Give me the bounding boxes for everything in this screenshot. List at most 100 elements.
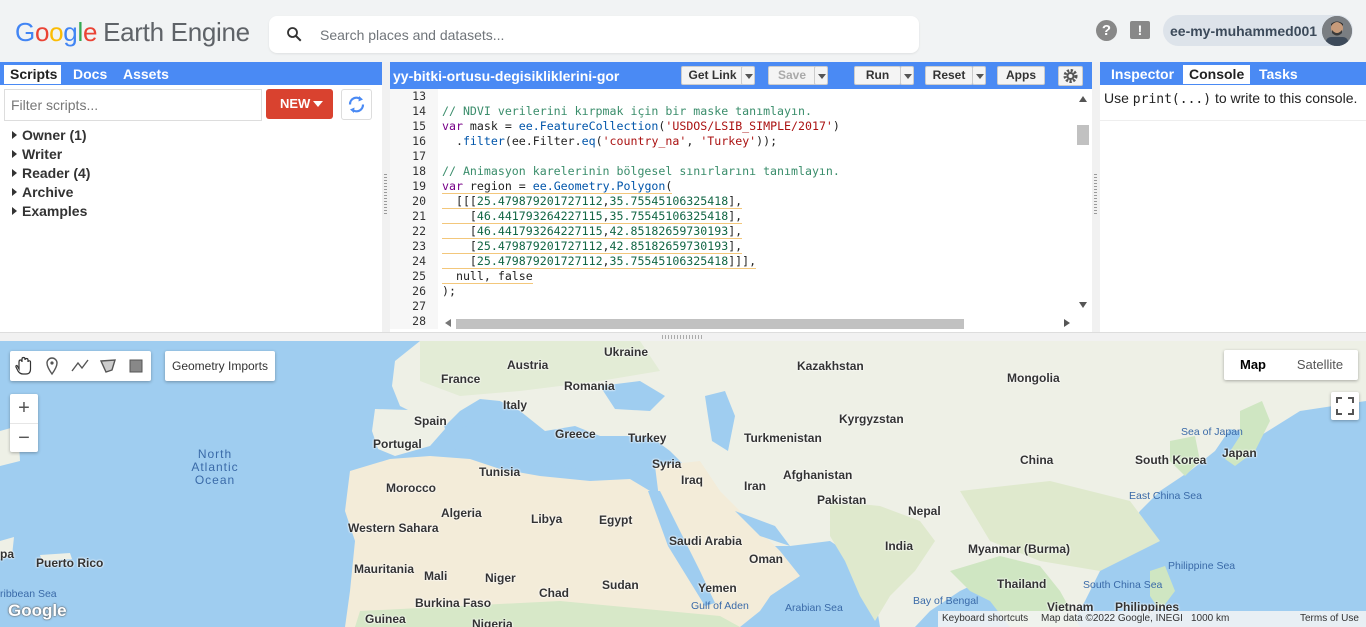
polygon-tool[interactable] bbox=[94, 351, 122, 381]
code-token: ], bbox=[728, 194, 743, 208]
tree-item-owner[interactable]: Owner (1) bbox=[10, 126, 90, 145]
country-label: Morocco bbox=[386, 481, 437, 495]
reset-button[interactable]: Reset bbox=[925, 66, 973, 85]
scroll-right-icon[interactable] bbox=[1064, 319, 1070, 327]
scroll-up-icon[interactable] bbox=[1079, 96, 1087, 102]
marker-tool[interactable] bbox=[38, 351, 66, 381]
right-panel-splitter[interactable] bbox=[1092, 62, 1100, 334]
code-token: 35.75545106325418 bbox=[609, 209, 729, 223]
code-line[interactable]: ); bbox=[442, 284, 456, 299]
tab-console[interactable]: Console bbox=[1183, 65, 1251, 84]
code-editor-panel: yy-bitki-ortusu-degisikliklerini-gor Get… bbox=[390, 62, 1092, 334]
code-token: 'country_na' bbox=[602, 134, 687, 148]
line-number: 20 bbox=[412, 194, 426, 208]
code-token: // NDVI verilerini kırpmak için bir mask… bbox=[442, 104, 812, 118]
refresh-button[interactable] bbox=[341, 89, 372, 120]
save-dropdown[interactable] bbox=[814, 66, 828, 85]
code-token: [ bbox=[442, 224, 477, 238]
tab-assets[interactable]: Assets bbox=[117, 65, 175, 84]
reset-dropdown[interactable] bbox=[972, 66, 986, 85]
zoom-out-button[interactable]: − bbox=[10, 423, 38, 452]
code-token: region = bbox=[462, 179, 533, 193]
fullscreen-button[interactable] bbox=[1331, 392, 1359, 420]
keyboard-shortcuts-link[interactable]: Keyboard shortcuts bbox=[942, 611, 1028, 627]
line-tool[interactable] bbox=[66, 351, 94, 381]
line-number-gutter: 13 14 15 16 17 18 19 20 21 22 23 24 25 26 27 28 bbox=[390, 89, 438, 329]
code-token: , bbox=[602, 239, 610, 253]
tree-item-reader[interactable]: Reader (4) bbox=[10, 164, 90, 183]
code-line[interactable]: var region = ee.Geometry.Polygon( bbox=[442, 179, 673, 194]
editor-horizontal-scrollbar[interactable] bbox=[442, 316, 1074, 330]
code-token: ( bbox=[665, 179, 673, 193]
logo-letter: g bbox=[63, 17, 78, 47]
pan-tool[interactable] bbox=[10, 351, 38, 381]
run-button[interactable]: Run bbox=[854, 66, 901, 85]
console-hint-code: print(...) bbox=[1132, 92, 1212, 107]
run-dropdown[interactable] bbox=[900, 66, 914, 85]
scroll-down-icon[interactable] bbox=[1079, 302, 1087, 308]
code-line[interactable]: [25.479879201727112,42.85182659730193], bbox=[442, 239, 743, 254]
filter-scripts-input[interactable] bbox=[5, 90, 261, 120]
code-line[interactable]: [[[25.479879201727112,35.75545106325418]… bbox=[442, 194, 743, 209]
map-type-map[interactable]: Map bbox=[1224, 350, 1282, 380]
code-line[interactable]: // NDVI verilerini kırpmak için bir mask… bbox=[442, 104, 812, 119]
scroll-left-icon[interactable] bbox=[445, 319, 451, 327]
code-area[interactable]: // NDVI verilerini kırpmak için bir mask… bbox=[442, 89, 1072, 317]
scroll-thumb[interactable] bbox=[1077, 125, 1089, 145]
terms-link[interactable]: Terms of Use bbox=[1300, 611, 1359, 627]
code-line[interactable]: null, false bbox=[442, 269, 533, 284]
new-button[interactable]: NEW bbox=[266, 89, 333, 119]
get-link-dropdown[interactable] bbox=[741, 66, 755, 85]
filter-scripts-box[interactable] bbox=[4, 89, 262, 121]
tab-scripts[interactable]: Scripts bbox=[4, 65, 61, 84]
script-title[interactable]: yy-bitki-ortusu-degisikliklerini-gor bbox=[393, 68, 619, 84]
splitter-grip-icon bbox=[1094, 174, 1097, 216]
polygon-icon bbox=[99, 359, 116, 373]
editor-vertical-scrollbar[interactable] bbox=[1076, 89, 1090, 314]
avatar[interactable] bbox=[1322, 16, 1352, 46]
tree-item-examples[interactable]: Examples bbox=[10, 202, 90, 221]
country-label: South Korea bbox=[1135, 453, 1207, 467]
code-token: ( bbox=[595, 134, 603, 148]
get-link-button[interactable]: Get Link bbox=[681, 66, 744, 85]
search-box[interactable] bbox=[269, 16, 919, 53]
line-number: 22 bbox=[412, 224, 426, 238]
tree-item-writer[interactable]: Writer bbox=[10, 145, 90, 164]
code-token: ]]], bbox=[728, 254, 757, 268]
scroll-thumb[interactable] bbox=[456, 319, 964, 329]
help-icon[interactable]: ? bbox=[1096, 20, 1117, 41]
scale-label[interactable]: 1000 km bbox=[1191, 611, 1229, 627]
code-line[interactable]: // Animasyon karelerinin bölgesel sınırl… bbox=[442, 164, 840, 179]
earth-engine-logo[interactable]: Google Earth Engine bbox=[15, 16, 250, 48]
google-logo[interactable]: Google bbox=[8, 601, 67, 621]
drawing-tools bbox=[10, 351, 151, 381]
code-line[interactable]: .filter(ee.Filter.eq('country_na', 'Turk… bbox=[442, 134, 777, 149]
left-panel-splitter[interactable] bbox=[382, 62, 390, 334]
tree-item-archive[interactable]: Archive bbox=[10, 183, 90, 202]
left-tab-bar: Scripts Docs Assets bbox=[0, 62, 382, 85]
code-token: , bbox=[602, 224, 610, 238]
right-tab-bar: Inspector Console Tasks bbox=[1100, 62, 1366, 85]
settings-button[interactable] bbox=[1058, 66, 1083, 86]
map-type-control: Map Satellite bbox=[1224, 350, 1358, 380]
zoom-in-button[interactable]: + bbox=[10, 394, 38, 423]
code-line[interactable]: [46.441793264227115,35.75545106325418], bbox=[442, 209, 743, 224]
tab-tasks[interactable]: Tasks bbox=[1253, 65, 1304, 84]
search-input[interactable] bbox=[320, 24, 900, 46]
code-line[interactable]: var mask = ee.FeatureCollection('USDOS/L… bbox=[442, 119, 840, 134]
code-line[interactable]: [25.479879201727112,35.75545106325418]]]… bbox=[442, 254, 757, 269]
save-button[interactable]: Save bbox=[768, 66, 816, 85]
geometry-imports-button[interactable]: Geometry Imports bbox=[165, 351, 275, 381]
line-number: 23 bbox=[412, 239, 426, 253]
feedback-icon[interactable]: ! bbox=[1130, 21, 1150, 39]
rectangle-tool[interactable] bbox=[122, 351, 150, 381]
map-splitter[interactable] bbox=[0, 332, 1366, 341]
apps-button[interactable]: Apps bbox=[997, 66, 1045, 85]
tab-inspector[interactable]: Inspector bbox=[1105, 65, 1180, 84]
map-view[interactable]: Ukraine Kazakhstan Mongolia Austria France Ro… bbox=[0, 341, 1366, 627]
map-type-satellite[interactable]: Satellite bbox=[1282, 350, 1358, 380]
logo-letter: G bbox=[15, 17, 35, 47]
code-token: 'USDOS/LSIB_SIMPLE/2017' bbox=[665, 119, 833, 133]
code-line[interactable]: [46.441793264227115,42.85182659730193], bbox=[442, 224, 743, 239]
tab-docs[interactable]: Docs bbox=[67, 65, 113, 84]
